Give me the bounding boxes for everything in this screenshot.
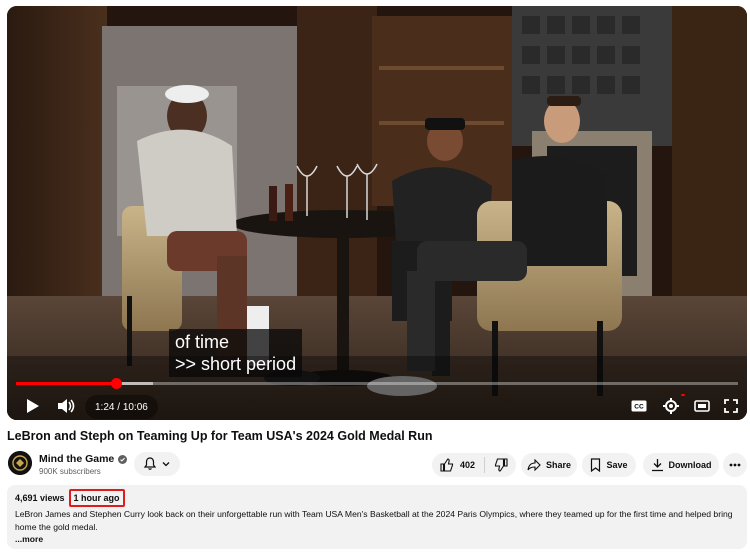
volume-button[interactable] [51,393,81,419]
thumbs-down-icon [494,458,508,472]
upload-time-highlighted: 1 hour ago [68,489,125,507]
channel-name-link[interactable]: Mind the Game [39,453,128,465]
caption-line-1: of time [175,332,230,352]
caption-line-2: >> short period [175,354,297,374]
current-time: 1:24 [95,401,115,413]
fullscreen-button[interactable] [719,393,743,419]
share-label: Share [545,460,571,470]
channel-name[interactable]: Mind the Game [39,453,114,465]
save-button[interactable]: Save [582,453,636,477]
like-button[interactable]: 402 [432,453,484,477]
theater-mode-icon [694,400,710,412]
description-text: LeBron James and Stephen Curry look back… [15,509,733,532]
share-icon [527,459,541,471]
video-player[interactable]: of time >> short period 1:24 / 10:06 CC [7,6,747,420]
save-label: Save [606,460,628,470]
captions-overlay: of time >> short period [169,329,303,377]
volume-icon [58,399,75,413]
chevron-down-icon [162,462,170,467]
play-icon [27,399,39,413]
time-display: 1:24 / 10:06 [85,395,158,419]
show-more-link[interactable]: ...more [15,534,43,544]
video-title: LeBron and Steph on Teaming Up for Team … [7,429,433,443]
share-button[interactable]: Share [521,453,577,477]
description-meta: 4,691 views 1 hour ago [15,489,125,507]
hd-badge-icon [681,394,685,396]
subscribed-notifications-button[interactable] [134,452,180,476]
video-frame [7,6,747,420]
captions-button[interactable]: CC [625,394,653,418]
progress-bar[interactable] [16,378,738,389]
thumbs-up-icon [440,458,454,472]
settings-icon [663,398,679,414]
time-separator: / [114,401,123,413]
svg-text:CC: CC [634,404,644,411]
like-dislike-group: 402 [432,453,516,477]
view-count: 4,691 views [15,493,65,503]
theater-mode-button[interactable] [688,394,716,418]
like-count: 402 [460,460,476,470]
bell-icon [143,457,157,470]
download-button[interactable]: Download [643,453,719,477]
bookmark-icon [591,458,601,472]
more-actions-button[interactable] [723,453,747,477]
channel-logo-icon [8,451,32,475]
upload-time: 1 hour ago [73,493,120,503]
subscriber-count: 900K subscribers [39,467,101,476]
progress-played [16,382,117,385]
download-label: Download [668,460,712,470]
play-button[interactable] [19,393,47,419]
fullscreen-icon [724,399,738,413]
closed-captions-icon: CC [631,400,647,412]
channel-avatar[interactable] [8,451,32,475]
download-icon [651,459,663,472]
more-horizontal-icon [729,463,741,467]
settings-button[interactable] [657,393,685,419]
verified-icon [118,454,128,464]
description-box[interactable]: 4,691 views 1 hour ago LeBron James and S… [7,485,747,549]
dislike-button[interactable] [485,453,516,477]
duration: 10:06 [122,401,148,413]
